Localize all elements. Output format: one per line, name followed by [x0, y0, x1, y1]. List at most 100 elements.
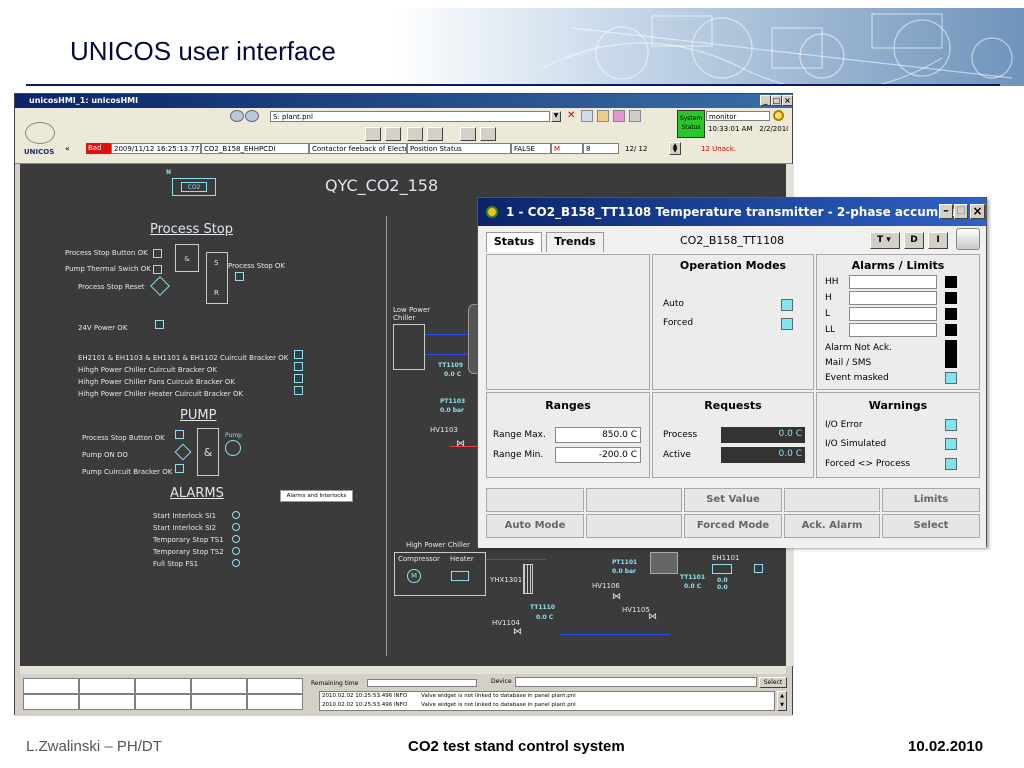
pump-on-diamond-icon[interactable]: [174, 443, 192, 461]
tab-status[interactable]: Status: [486, 232, 542, 252]
grid-cell[interactable]: [23, 678, 79, 694]
action-button-empty-1[interactable]: [486, 488, 584, 512]
folder-icon[interactable]: [427, 127, 443, 141]
faceplate-minimize-icon[interactable]: –: [939, 204, 953, 219]
valve-hv1106-icon[interactable]: ⋈: [612, 592, 621, 602]
limit-ll-field[interactable]: [849, 323, 937, 337]
faceplate-close-icon[interactable]: ×: [970, 204, 985, 219]
power-ok-indicator[interactable]: [155, 320, 164, 329]
close-icon[interactable]: ×: [782, 95, 793, 106]
low-power-chiller-box[interactable]: [393, 324, 425, 370]
info-button[interactable]: I: [928, 232, 948, 249]
panel-select-dropdown-icon[interactable]: ▼: [551, 111, 561, 122]
action-button-empty-3[interactable]: [784, 488, 880, 512]
horizontal-scrollbar[interactable]: [20, 666, 786, 674]
process-stop-item-2-indicator[interactable]: [153, 265, 162, 274]
trend-t-button[interactable]: T ▾: [870, 232, 900, 249]
hv1103-tag[interactable]: HV1103: [430, 426, 458, 434]
alarm-prev-icon[interactable]: «: [65, 144, 70, 153]
pump-item-1-indicator[interactable]: [175, 430, 184, 439]
tt1101-tag[interactable]: TT1101: [680, 574, 705, 581]
tools-icon[interactable]: [613, 110, 625, 122]
alarm-object[interactable]: CO2_B158_EHHPCDI: [201, 143, 309, 154]
grid-cell[interactable]: [23, 694, 79, 710]
alarm-screen-icon[interactable]: [460, 127, 476, 141]
grid-cell[interactable]: [135, 678, 191, 694]
search-icon[interactable]: [773, 110, 784, 121]
select-button[interactable]: Select: [882, 514, 980, 538]
grid-cell[interactable]: [191, 678, 247, 694]
alarm-item-3-indicator[interactable]: [232, 535, 240, 543]
grid-cell[interactable]: [79, 678, 135, 694]
device-input[interactable]: [515, 677, 757, 687]
log-scroll-spinner[interactable]: ▲ ▼: [777, 691, 787, 711]
users-icon[interactable]: [407, 127, 423, 141]
breaker-4-indicator[interactable]: [294, 386, 303, 395]
process-stop-item-1-indicator[interactable]: [153, 249, 162, 258]
panel-select[interactable]: S: plant.pnl: [270, 111, 550, 122]
tt1109-tag[interactable]: TT1109: [438, 362, 463, 369]
cancel-icon[interactable]: ✕: [567, 110, 575, 121]
valve-hv1105-icon[interactable]: ⋈: [648, 612, 657, 622]
pump-tank-icon[interactable]: [650, 552, 678, 574]
range-min-field[interactable]: -200.0 C: [555, 447, 641, 463]
eh1101-tag[interactable]: EH1101: [712, 554, 740, 562]
breaker-3-indicator[interactable]: [294, 374, 303, 383]
back-icon[interactable]: [230, 110, 244, 122]
maximize-icon[interactable]: □: [771, 95, 782, 106]
auto-mode-button[interactable]: Auto Mode: [486, 514, 584, 538]
grid-cell[interactable]: [191, 694, 247, 710]
ack-alarm-button[interactable]: Ack. Alarm: [784, 514, 880, 538]
system-status-indicator[interactable]: System Status: [677, 110, 705, 138]
pump-icon[interactable]: [225, 440, 241, 456]
grid-cell[interactable]: [247, 694, 303, 710]
action-button-empty-2[interactable]: [586, 488, 682, 512]
faceplate-maximize-icon[interactable]: □: [954, 204, 968, 219]
print-icon[interactable]: [365, 127, 381, 141]
alarm-timestamp[interactable]: 2009/11/12 16:25:13.777: [111, 143, 201, 154]
alarm-description[interactable]: Contactor feeback of Electric: [309, 143, 407, 154]
settings-icon[interactable]: [597, 110, 609, 122]
alarms-interlocks-button[interactable]: Alarms and Interlocks: [280, 490, 353, 502]
hv1105-tag[interactable]: HV1105: [622, 606, 650, 614]
alarm-count[interactable]: 8: [583, 143, 619, 154]
tab-trends[interactable]: Trends: [546, 232, 604, 252]
hv1106-tag[interactable]: HV1106: [592, 582, 620, 590]
forward-icon[interactable]: [245, 110, 259, 122]
refresh-icon[interactable]: [581, 110, 593, 122]
grid-cell[interactable]: [247, 678, 303, 694]
co2-tag-frame[interactable]: CO2: [172, 178, 216, 196]
alarm-scroll-spinner[interactable]: ▲ ▼: [669, 142, 681, 155]
tt1110-tag[interactable]: TT1110: [530, 604, 555, 611]
alarm-flag[interactable]: M: [551, 143, 583, 154]
process-stop-output-indicator[interactable]: [235, 272, 244, 281]
yhx1301-tag[interactable]: YHX1301: [490, 576, 522, 584]
reset-diamond-icon[interactable]: [150, 276, 170, 296]
valve-hv1103-icon[interactable]: ⋈: [456, 439, 465, 449]
print-icon[interactable]: [956, 228, 980, 250]
limits-button[interactable]: Limits: [882, 488, 980, 512]
eh1101-heater-icon[interactable]: [712, 564, 732, 574]
hv1104-tag[interactable]: HV1104: [492, 619, 520, 627]
forced-mode-button[interactable]: Forced Mode: [684, 514, 782, 538]
diagnostic-button[interactable]: D: [904, 232, 924, 249]
chart-icon[interactable]: [629, 110, 641, 122]
device-select-button[interactable]: Select: [759, 677, 787, 688]
alarm-item-2-indicator[interactable]: [232, 523, 240, 531]
alarm-item-4-indicator[interactable]: [232, 547, 240, 555]
event-list-icon[interactable]: [480, 127, 496, 141]
pt1101-tag[interactable]: PT1101: [612, 559, 637, 566]
minimize-icon[interactable]: _: [760, 95, 771, 106]
alarm-item-1-indicator[interactable]: [232, 511, 240, 519]
log-list[interactable]: 2010.02.02 10:25:53.496 INFO Valve widge…: [319, 691, 775, 711]
grid-cell[interactable]: [79, 694, 135, 710]
valve-hv1104-icon[interactable]: ⋈: [513, 627, 522, 637]
eh1101-indicator[interactable]: [754, 564, 763, 573]
alarm-value[interactable]: FALSE: [511, 143, 551, 154]
limit-hh-field[interactable]: [849, 275, 937, 289]
heat-exchanger-icon[interactable]: [523, 564, 533, 594]
limit-l-field[interactable]: [849, 307, 937, 321]
high-power-chiller-box[interactable]: Compressor Heater M: [394, 552, 486, 596]
breaker-1-indicator[interactable]: [294, 350, 303, 359]
range-max-field[interactable]: 850.0 C: [555, 427, 641, 443]
